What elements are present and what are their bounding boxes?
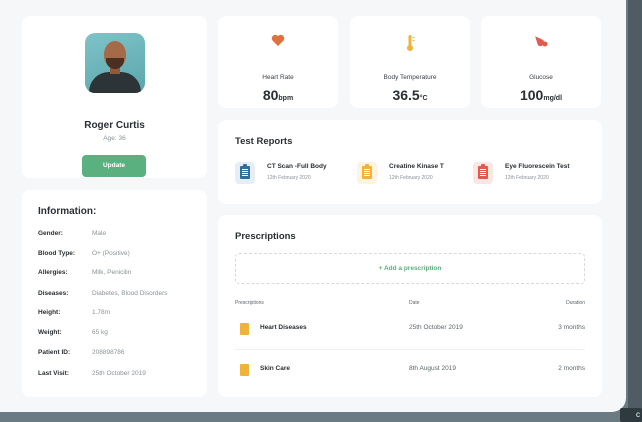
vital-value: 80bpm xyxy=(262,87,294,103)
info-value: 65 kg xyxy=(92,329,108,336)
prescription-date: 25th October 2019 xyxy=(409,324,463,331)
table-row[interactable]: Heart Diseases 25th October 2019 3 month… xyxy=(235,309,585,349)
info-label: Last Visit: xyxy=(38,370,69,377)
clipboard-icon xyxy=(235,162,255,184)
report-name: Creatine Kinase T xyxy=(389,163,444,170)
heart-icon xyxy=(218,34,338,50)
corner-tab[interactable]: c xyxy=(620,408,642,422)
info-row-gender: Gender: Male xyxy=(38,230,203,240)
info-value: 208898786 xyxy=(92,349,125,356)
info-label: Diseases: xyxy=(38,290,69,297)
vital-body-temperature: Body Temperature 36.5°C xyxy=(350,16,470,108)
info-label: Gender: xyxy=(38,230,63,237)
info-row-diseases: Diseases: Diabetes, Blood Disorders xyxy=(38,290,203,300)
test-reports-title: Test Reports xyxy=(235,136,293,147)
column-header-prescriptions: Prescriptions xyxy=(235,300,264,306)
test-reports-card: Test Reports CT Scan -Full Body 12th Feb… xyxy=(218,120,602,204)
info-label: Allergies: xyxy=(38,269,68,276)
report-item[interactable]: CT Scan -Full Body 12th February 2020 xyxy=(235,162,355,184)
info-row-height: Height: 1.78m xyxy=(38,309,203,319)
profile-card: Roger Curtis Age: 36 Update xyxy=(22,16,207,178)
info-row-last-visit: Last Visit: 25th October 2019 xyxy=(38,370,203,380)
info-value: 25th October 2019 xyxy=(92,370,146,377)
report-date: 12th February 2020 xyxy=(505,175,549,181)
vital-unit: °C xyxy=(419,95,428,102)
vital-unit: bpm xyxy=(278,95,294,102)
info-value: O+ (Positive) xyxy=(92,250,130,257)
update-button[interactable]: Update xyxy=(82,155,146,177)
info-value: Male xyxy=(92,230,107,237)
info-row-weight: Weight: 65 kg xyxy=(38,329,203,339)
info-label: Weight: xyxy=(38,329,62,336)
prescriptions-title: Prescriptions xyxy=(235,231,296,242)
prescriptions-card: Prescriptions + Add a prescription Presc… xyxy=(218,215,602,397)
report-item[interactable]: Creatine Kinase T 12th February 2020 xyxy=(357,162,477,184)
add-prescription-button[interactable]: + Add a prescription xyxy=(235,253,585,284)
vital-value: 100mg/dl xyxy=(519,87,563,103)
report-item[interactable]: Eye Fluorescein Test 12th February 2020 xyxy=(473,162,598,184)
info-row-allergies: Allergies: Milk, Penicilin xyxy=(38,269,203,279)
patient-age: Age: 36 xyxy=(103,135,126,142)
patient-name: Roger Curtis xyxy=(84,120,145,131)
report-name: CT Scan -Full Body xyxy=(267,163,327,170)
avatar xyxy=(85,33,145,93)
prescription-name: Heart Diseases xyxy=(260,324,307,331)
clipboard-icon xyxy=(357,162,377,184)
info-value: Milk, Penicilin xyxy=(92,269,132,276)
info-row-patient-id: Patient ID: 208898786 xyxy=(38,349,203,359)
clipboard-icon xyxy=(473,162,493,184)
vital-value: 36.5°C xyxy=(392,87,428,103)
info-label: Height: xyxy=(38,309,61,316)
vital-label: Glucose xyxy=(529,74,553,81)
report-date: 12th February 2020 xyxy=(389,175,433,181)
blood-drop-icon xyxy=(481,34,601,51)
info-value: 1.78m xyxy=(92,309,111,316)
dashboard-panel: Roger Curtis Age: 36 Update Information:… xyxy=(0,0,626,412)
vital-heart-rate: Heart Rate 80bpm xyxy=(218,16,338,108)
prescription-icon xyxy=(240,364,249,376)
scrollbar[interactable] xyxy=(628,0,642,422)
info-label: Blood Type: xyxy=(38,250,76,257)
prescription-name: Skin Care xyxy=(260,365,290,372)
thermometer-icon xyxy=(350,34,470,55)
info-row-blood-type: Blood Type: O+ (Positive) xyxy=(38,250,203,260)
report-date: 12th February 2020 xyxy=(267,175,311,181)
report-name: Eye Fluorescein Test xyxy=(505,163,570,170)
prescription-date: 8th August 2019 xyxy=(409,365,456,372)
vital-label: Body Temperature xyxy=(383,74,437,81)
vital-label: Heart Rate xyxy=(262,74,294,81)
vital-unit: mg/dl xyxy=(543,95,563,102)
column-header-duration: Duration xyxy=(566,300,585,306)
info-value: Diabetes, Blood Disorders xyxy=(92,290,168,297)
prescription-duration: 2 months xyxy=(558,365,585,372)
vital-glucose: Glucose 100mg/dl xyxy=(481,16,601,108)
column-header-date: Date xyxy=(409,300,420,306)
prescription-icon xyxy=(240,323,249,335)
information-card: Information: Gender: Male Blood Type: O+… xyxy=(22,190,207,397)
information-title: Information: xyxy=(38,206,97,217)
table-row[interactable]: Skin Care 8th August 2019 2 months xyxy=(235,350,585,390)
info-label: Patient ID: xyxy=(38,349,71,356)
prescription-duration: 3 months xyxy=(558,324,585,331)
